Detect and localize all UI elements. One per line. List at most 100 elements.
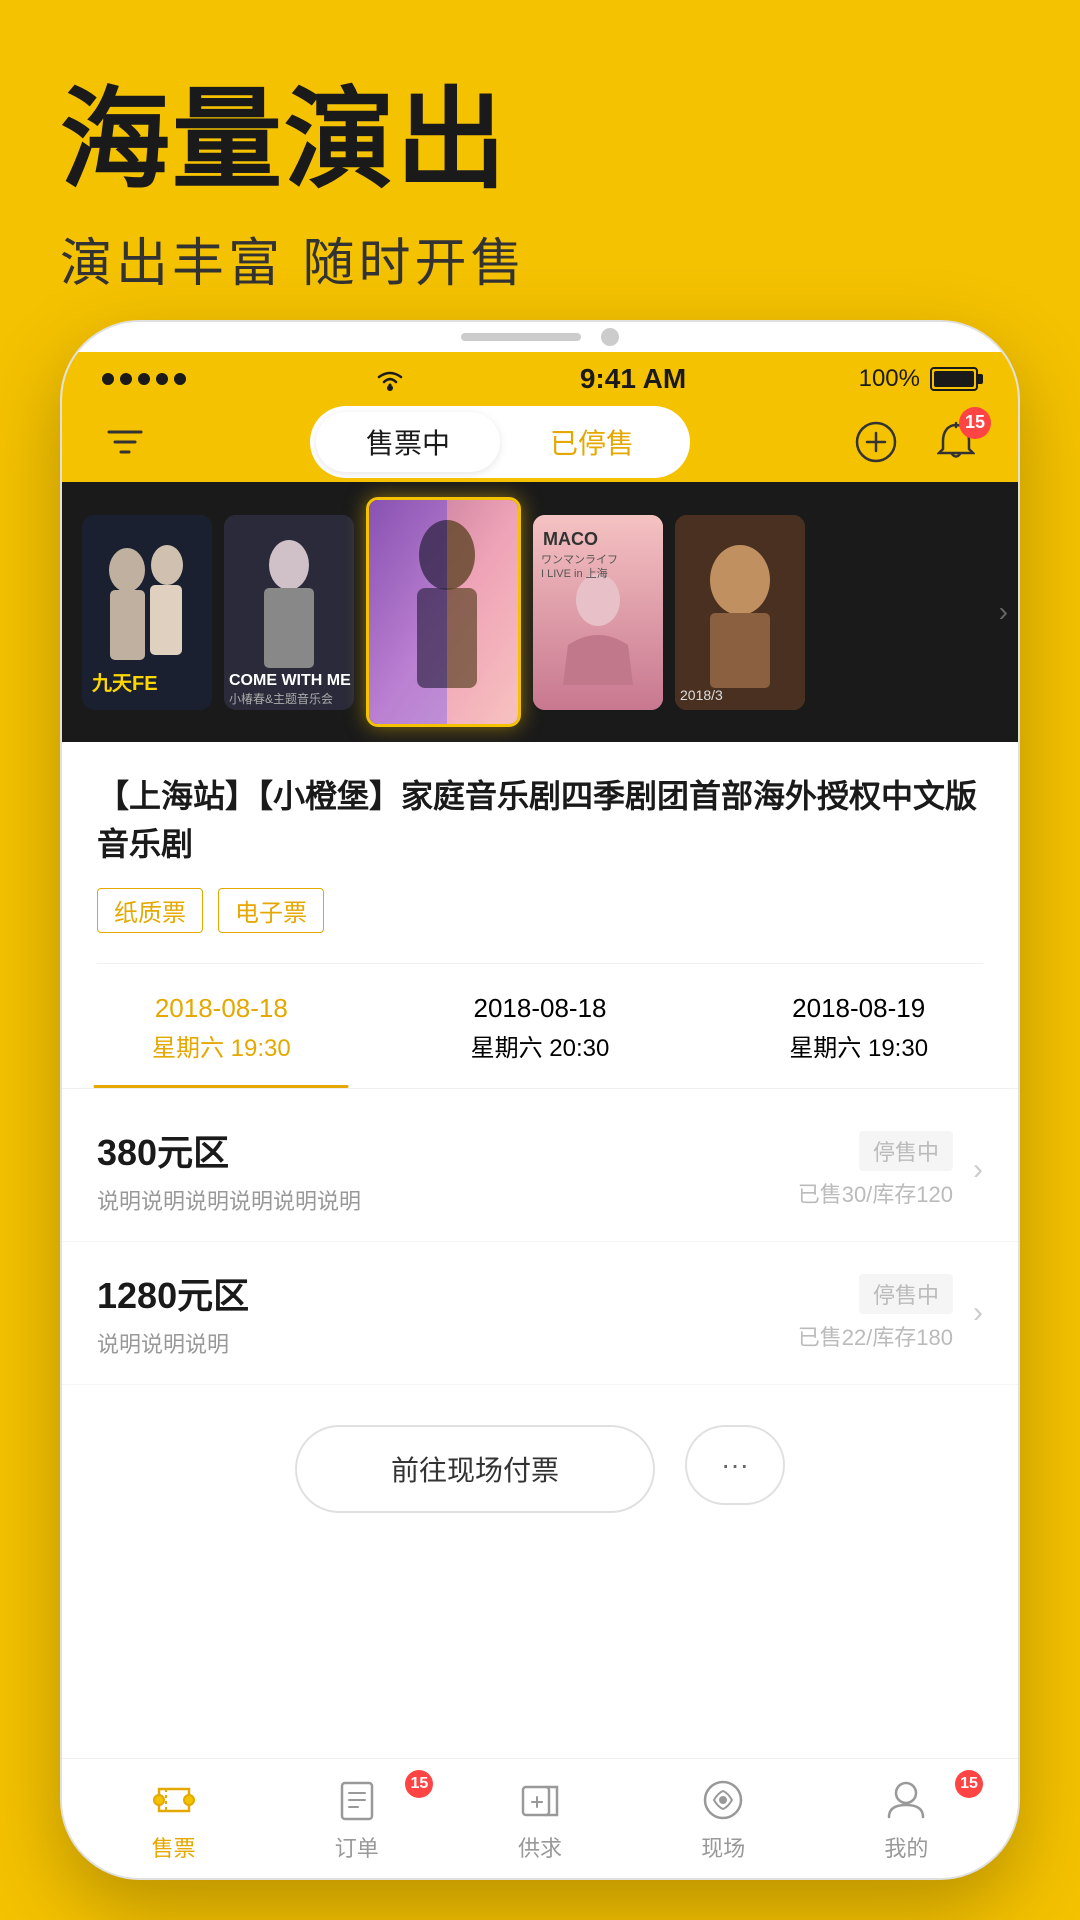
live-nav-icon: [698, 1775, 748, 1825]
ticket-price-1: 380元区: [97, 1124, 798, 1176]
time-slot-2[interactable]: 2018-08-18 星期六 20:30: [381, 964, 700, 1088]
slot-date-1: 2018-08-18: [82, 989, 361, 1028]
order-badge: 15: [405, 1770, 433, 1798]
carousel-section: 九天FE COME WITH ME 小椿春&主题音乐会: [62, 482, 1018, 742]
tab-switcher: 售票中 已停售: [310, 406, 690, 478]
nav-label-supply: 供求: [518, 1831, 562, 1863]
svg-text:小椿春&主题音乐会: 小椿春&主题音乐会: [229, 691, 333, 706]
hero-subtitle: 演出丰富 随时开售: [60, 221, 1020, 296]
wifi-icon: [373, 365, 407, 393]
notification-badge: 15: [959, 407, 991, 439]
svg-text:九天FE: 九天FE: [91, 672, 158, 695]
stock-info-2: 已售22/库存180: [798, 1320, 953, 1352]
nav-item-supply[interactable]: 供求: [448, 1775, 631, 1863]
add-button[interactable]: [848, 415, 903, 470]
ticket-row-2[interactable]: 1280元区 说明说明说明 停售中 已售22/库存180 ›: [62, 1242, 1018, 1385]
ticket-tags: 纸质票 电子票: [97, 888, 983, 933]
nav-label-ticket: 售票: [152, 1831, 196, 1863]
supply-nav-icon: [515, 1775, 565, 1825]
event-info: 【上海站】【小橙堡】家庭音乐剧四季剧团首部海外授权中文版音乐剧 纸质票 电子票: [62, 742, 1018, 963]
slot-date-3: 2018-08-19: [719, 989, 998, 1028]
slot-day-2: 星期六 20:30: [401, 1028, 680, 1063]
ticket-price-2: 1280元区: [97, 1267, 798, 1319]
nav-item-ticket[interactable]: 售票: [82, 1775, 265, 1863]
svg-text:COME WITH ME: COME WITH ME: [229, 672, 351, 689]
battery-percent: 100%: [859, 365, 920, 393]
carousel-item[interactable]: 九天FE: [82, 515, 212, 710]
carousel-item[interactable]: 2018/3: [675, 515, 805, 710]
nav-label-order: 订单: [335, 1831, 379, 1863]
more-options-button[interactable]: ···: [685, 1425, 785, 1505]
tag-e-ticket: 电子票: [218, 888, 324, 933]
battery-icon: [930, 367, 978, 391]
svg-text:ワンマンライフ: ワンマンライフ: [541, 554, 618, 566]
event-title: 【上海站】【小橙堡】家庭音乐剧四季剧团首部海外授权中文版音乐剧: [97, 772, 983, 868]
time-slot-1[interactable]: 2018-08-18 星期六 19:30: [62, 964, 381, 1088]
status-bar: 9:41 AM 100%: [62, 352, 1018, 402]
tab-off-sale[interactable]: 已停售: [500, 412, 684, 472]
filter-icon: [105, 424, 145, 460]
nav-label-profile: 我的: [884, 1831, 928, 1863]
app-header: 售票中 已停售 15: [62, 402, 1018, 482]
bottom-nav: 售票 15 订单: [62, 1758, 1018, 1878]
svg-text:MACO: MACO: [543, 529, 598, 549]
profile-nav-icon: [881, 1775, 931, 1825]
signal-dot: [156, 373, 168, 385]
go-to-venue-button[interactable]: 前往现场付票: [295, 1425, 655, 1513]
ticket-desc-2: 说明说明说明: [97, 1327, 798, 1359]
profile-badge: 15: [955, 1770, 983, 1798]
ticket-sections: 380元区 说明说明说明说明说明说明 停售中 已售30/库存120 › 1280…: [62, 1089, 1018, 1395]
svg-text:2018/3: 2018/3: [680, 687, 723, 703]
hero-section: 海量演出 演出丰富 随时开售: [0, 0, 1080, 326]
slot-day-1: 星期六 19:30: [82, 1028, 361, 1063]
stock-info-1: 已售30/库存120: [798, 1177, 953, 1209]
tag-paper-ticket: 纸质票: [97, 888, 203, 933]
status-label-2: 停售中: [859, 1274, 953, 1314]
svg-text:I LIVE in 上海: I LIVE in 上海: [541, 566, 608, 580]
nav-item-order[interactable]: 15 订单: [265, 1775, 448, 1863]
notch-bar: [461, 333, 581, 341]
phone-notch: [62, 322, 1018, 352]
status-label-1: 停售中: [859, 1131, 953, 1171]
slot-day-3: 星期六 19:30: [719, 1028, 998, 1063]
tab-on-sale[interactable]: 售票中: [316, 412, 500, 472]
notification-button[interactable]: 15: [928, 415, 983, 470]
time-slot-3[interactable]: 2018-08-19 星期六 19:30: [699, 964, 1018, 1088]
signal-dot: [120, 373, 132, 385]
signal-dot: [174, 373, 186, 385]
chevron-icon-2: ›: [973, 1296, 983, 1330]
slot-date-2: 2018-08-18: [401, 989, 680, 1028]
ticket-desc-1: 说明说明说明说明说明说明: [97, 1184, 798, 1216]
carousel-item[interactable]: MACO ワンマンライフ I LIVE in 上海: [533, 515, 663, 710]
ticket-row-1[interactable]: 380元区 说明说明说明说明说明说明 停售中 已售30/库存120 ›: [62, 1099, 1018, 1242]
action-buttons: 前往现场付票 ···: [62, 1395, 1018, 1543]
ticket-info-1: 380元区 说明说明说明说明说明说明: [97, 1124, 798, 1216]
hero-title: 海量演出: [60, 80, 1020, 201]
chevron-icon-1: ›: [973, 1153, 983, 1187]
time-slots: 2018-08-18 星期六 19:30 2018-08-18 星期六 20:3…: [62, 964, 1018, 1089]
signal-indicator: [102, 373, 186, 385]
signal-dot: [138, 373, 150, 385]
nav-item-profile[interactable]: 15 我的: [815, 1775, 998, 1863]
battery-fill: [934, 371, 974, 387]
carousel-next[interactable]: ›: [999, 596, 1008, 628]
carousel-item[interactable]: COME WITH ME 小椿春&主题音乐会: [224, 515, 354, 710]
nav-item-live[interactable]: 现场: [632, 1775, 815, 1863]
carousel-track: 九天FE COME WITH ME 小椿春&主题音乐会: [62, 482, 825, 742]
status-time: 9:41 AM: [580, 363, 686, 395]
ticket-status-1: 停售中 已售30/库存120: [798, 1131, 953, 1209]
add-icon: [855, 421, 897, 463]
filter-button[interactable]: [97, 415, 152, 470]
nav-label-live: 现场: [701, 1831, 745, 1863]
ticket-info-2: 1280元区 说明说明说明: [97, 1267, 798, 1359]
header-actions: 15: [848, 415, 983, 470]
order-nav-icon: [332, 1775, 382, 1825]
more-dots-icon: ···: [721, 1449, 749, 1481]
signal-dot: [102, 373, 114, 385]
carousel-item-featured[interactable]: [366, 497, 521, 727]
notch-dot: [601, 328, 619, 346]
ticket-nav-icon: [149, 1775, 199, 1825]
status-right: 100%: [859, 365, 978, 393]
ticket-status-2: 停售中 已售22/库存180: [798, 1274, 953, 1352]
phone-mockup: 9:41 AM 100% 售票中 已停售: [60, 320, 1020, 1880]
